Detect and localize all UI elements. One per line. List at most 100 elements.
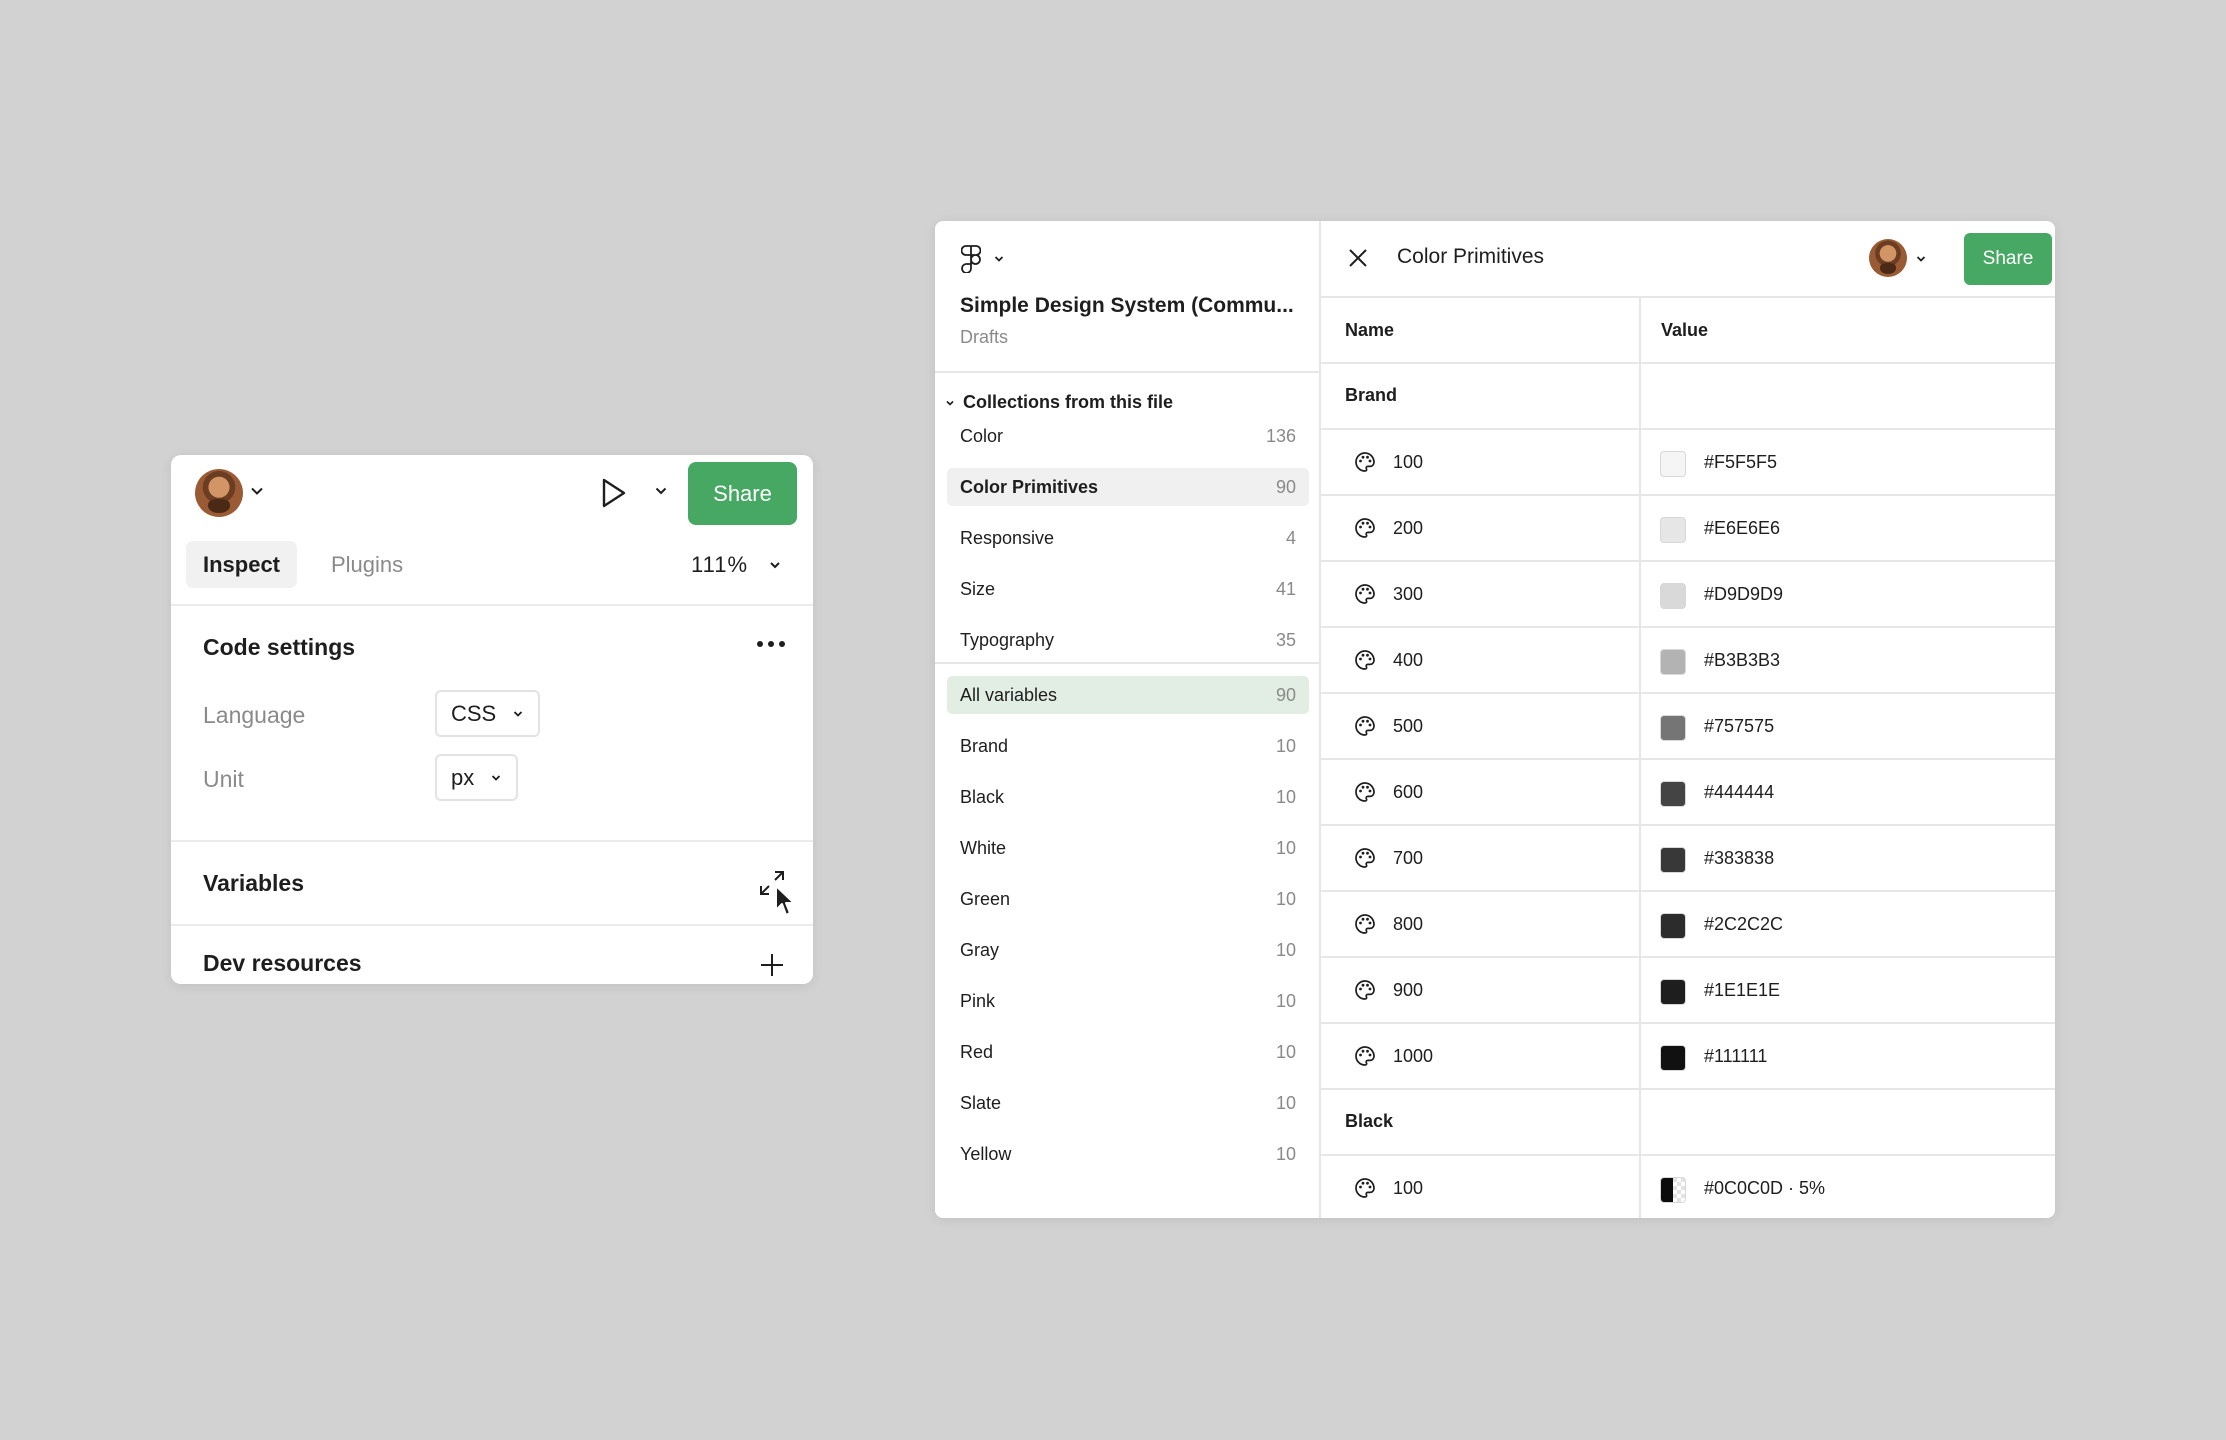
group-header-label: Brand [1345, 385, 1398, 405]
variables-section: Variables [171, 842, 813, 926]
color-swatch[interactable] [1660, 451, 1686, 477]
collection-count: 4 [1285, 527, 1296, 548]
color-swatch[interactable] [1660, 781, 1686, 807]
group-count: 90 [1275, 684, 1296, 705]
collection-item[interactable]: Color 136 [947, 417, 1309, 455]
color-variable-icon [1354, 1177, 1376, 1199]
color-swatch[interactable] [1660, 715, 1686, 741]
variable-value: #2C2C2C [1704, 914, 1784, 934]
collection-title: Color Primitives [1397, 245, 1545, 268]
present-play-icon[interactable] [595, 475, 631, 511]
chevron-down-icon[interactable] [1915, 253, 1927, 265]
group-item[interactable]: White 10 [947, 829, 1309, 867]
color-swatch[interactable] [1660, 1045, 1686, 1071]
chevron-down-icon [512, 708, 524, 720]
collection-item[interactable]: Responsive 4 [947, 519, 1309, 557]
group-item[interactable]: Red 10 [947, 1033, 1309, 1071]
group-item[interactable]: Brand 10 [947, 727, 1309, 765]
group-item[interactable]: Gray 10 [947, 931, 1309, 969]
group-item[interactable]: Slate 10 [947, 1084, 1309, 1122]
unit-select[interactable]: px [435, 754, 519, 801]
collection-item-selected[interactable]: Color Primitives 90 [947, 468, 1309, 506]
dev-resources-title: Dev resources [203, 950, 362, 976]
user-avatar[interactable] [1869, 239, 1907, 277]
variable-name: 800 [1393, 914, 1424, 934]
add-icon[interactable] [759, 952, 785, 978]
group-item[interactable]: Pink 10 [947, 982, 1309, 1020]
group-item[interactable]: Green 10 [947, 880, 1309, 918]
language-value: CSS [451, 700, 497, 726]
group-name: Yellow [960, 1143, 1012, 1164]
code-settings-section: Code settings Language CSS Unit px [171, 606, 813, 842]
variable-row[interactable]: 100 #0C0C0D · 5% [1321, 1156, 2055, 1218]
group-count: 10 [1275, 990, 1296, 1011]
column-header-name: Name [1345, 320, 1395, 340]
variable-row[interactable]: 200 #E6E6E6 [1321, 496, 2055, 562]
user-avatar[interactable] [195, 469, 243, 517]
variable-value: #B3B3B3 [1704, 650, 1781, 670]
group-count: 10 [1275, 786, 1296, 807]
color-variable-icon [1354, 1045, 1376, 1067]
tab-plugins[interactable]: Plugins [331, 541, 403, 588]
figma-logo-icon[interactable] [961, 245, 981, 273]
variables-header: Color Primitives Share [1321, 221, 2055, 298]
group-name: Black [960, 786, 1005, 807]
tab-inspect[interactable]: Inspect [186, 541, 297, 588]
unit-label: Unit [203, 766, 244, 792]
variable-row[interactable]: 500 #757575 [1321, 694, 2055, 760]
variable-row[interactable]: 100 #F5F5F5 [1321, 430, 2055, 496]
color-variable-icon [1354, 781, 1376, 803]
variable-name: 100 [1393, 452, 1424, 472]
share-button[interactable]: Share [1964, 233, 2052, 285]
group-item[interactable]: Black 10 [947, 778, 1309, 816]
language-select[interactable]: CSS [435, 690, 541, 737]
collection-name: Color [960, 425, 1004, 446]
file-location: Drafts [960, 327, 1009, 347]
variable-row[interactable]: 900 #1E1E1E [1321, 958, 2055, 1024]
color-variable-icon [1354, 583, 1376, 605]
variables-table-pane: Color Primitives Share Name Value Brand 1… [1321, 221, 2055, 1218]
color-variable-icon [1354, 847, 1376, 869]
variable-row[interactable]: 300 #D9D9D9 [1321, 562, 2055, 628]
color-variable-icon [1354, 451, 1376, 473]
color-variable-icon [1354, 649, 1376, 671]
variable-value: #757575 [1704, 716, 1775, 736]
group-item[interactable]: Yellow 10 [947, 1135, 1309, 1173]
color-variable-icon [1354, 517, 1376, 539]
group-item-selected[interactable]: All variables 90 [947, 676, 1309, 714]
color-swatch[interactable] [1660, 583, 1686, 609]
variable-name: 900 [1393, 980, 1424, 1000]
group-name: Slate [960, 1092, 1002, 1113]
variable-row[interactable]: 700 #383838 [1321, 826, 2055, 892]
variables-window: Simple Design System (Commu... Drafts Co… [935, 221, 2055, 1218]
color-swatch[interactable] [1660, 517, 1686, 543]
chevron-down-icon[interactable] [653, 483, 669, 499]
zoom-dropdown[interactable]: 111% [691, 541, 782, 588]
share-button[interactable]: Share [688, 462, 797, 525]
group-count: 10 [1275, 735, 1296, 756]
color-swatch[interactable] [1660, 847, 1686, 873]
variable-row[interactable]: 1000 #111111 [1321, 1024, 2055, 1090]
variable-row[interactable]: 400 #B3B3B3 [1321, 628, 2055, 694]
variable-row[interactable]: 800 #2C2C2C [1321, 892, 2055, 958]
collection-name: Typography [960, 629, 1055, 650]
dev-resources-section: Dev resources [171, 926, 813, 984]
color-swatch[interactable] [1660, 649, 1686, 675]
code-settings-title: Code settings [203, 634, 356, 660]
collection-item[interactable]: Typography 35 [947, 621, 1309, 659]
collections-list[interactable]: Color 136 Color Primitives 90 Responsive… [947, 401, 1309, 660]
chevron-down-icon[interactable] [993, 253, 1005, 265]
color-swatch[interactable] [1660, 1177, 1686, 1203]
color-swatch[interactable] [1660, 979, 1686, 1005]
color-variable-icon [1354, 715, 1376, 737]
more-options-icon[interactable] [757, 641, 785, 647]
close-icon[interactable] [1347, 247, 1369, 269]
table-header: Name Value [1321, 298, 2055, 364]
collection-item[interactable]: Size 41 [947, 570, 1309, 608]
variable-value: #E6E6E6 [1704, 518, 1781, 538]
color-swatch[interactable] [1660, 913, 1686, 939]
chevron-down-icon[interactable] [249, 483, 265, 499]
variable-row[interactable]: 600 #444444 [1321, 760, 2055, 826]
collection-name: Color Primitives [960, 476, 1099, 497]
mouse-cursor-icon [774, 884, 796, 918]
